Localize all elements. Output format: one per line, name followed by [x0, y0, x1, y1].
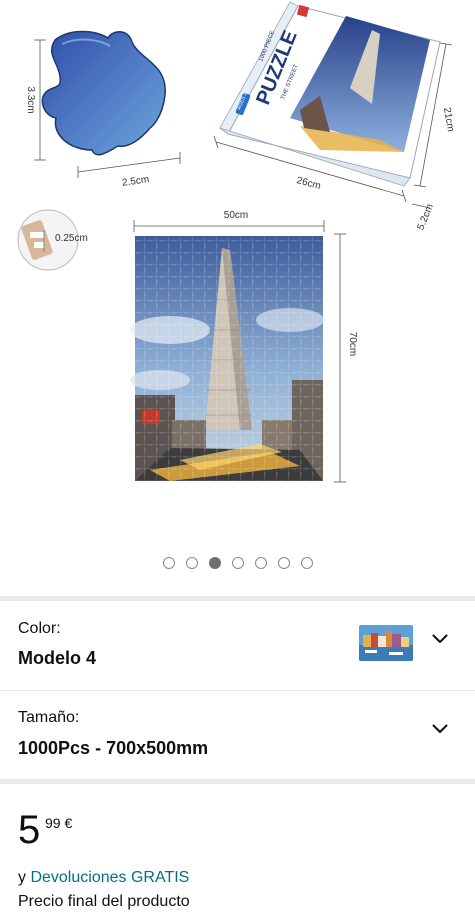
color-label: Color: — [18, 620, 61, 637]
free-returns-link[interactable]: Devoluciones GRATIS — [30, 869, 189, 886]
product-image: 3.3cm 2.5cm 0.25cm PUZZLE 1000 PIECE THE… — [17, 1, 456, 483]
box-depth-label: 5.2cm — [415, 202, 435, 231]
box-length-label: 26cm — [295, 175, 321, 192]
carousel-dot[interactable] — [231, 557, 244, 569]
puzzle-box-illustration: PUZZLE 1000 PIECE THE STREET AGES 14+ — [219, 1, 441, 187]
chevron-down-icon[interactable] — [432, 724, 448, 734]
carousel-dot[interactable] — [277, 557, 290, 569]
puzzle-piece-illustration — [41, 30, 166, 156]
price-whole: 5 — [18, 808, 41, 852]
product-image-gallery[interactable]: 3.3cm 2.5cm 0.25cm PUZZLE 1000 PIECE THE… — [0, 0, 475, 590]
size-label: Tamaño: — [18, 709, 80, 726]
returns-text: y Devoluciones GRATIS — [18, 869, 189, 887]
thickness-label: 0.25cm — [55, 233, 88, 244]
box-height-label: 21cm — [441, 107, 456, 133]
harbor-thumbnail-icon[interactable] — [359, 625, 413, 661]
price-fraction: 99 € — [45, 815, 73, 831]
carousel-dot[interactable] — [208, 557, 221, 569]
puzzle-height-label: 70cm — [347, 332, 358, 356]
size-selector[interactable]: Tamaño: 1000Pcs - 700x500mm — [0, 691, 475, 779]
carousel-dot[interactable] — [162, 557, 175, 569]
carousel-dot[interactable] — [300, 557, 313, 569]
piece-width-label: 2.5cm — [121, 174, 150, 189]
returns-prefix: y — [18, 869, 31, 886]
section-divider — [0, 779, 475, 784]
final-price-note: Precio final del producto — [18, 893, 190, 910]
color-value: Modelo 4 — [18, 648, 97, 668]
carousel-dots — [0, 557, 475, 569]
assembled-puzzle-illustration — [130, 236, 324, 481]
carousel-dot[interactable] — [185, 557, 198, 569]
chevron-down-icon[interactable] — [432, 634, 448, 644]
size-value: 1000Pcs - 700x500mm — [18, 738, 209, 758]
piece-height-label: 3.3cm — [25, 86, 36, 113]
carousel-dot[interactable] — [254, 557, 267, 569]
color-selector[interactable]: Color: Modelo 4 — [0, 601, 475, 689]
puzzle-width-label: 50cm — [224, 210, 248, 221]
